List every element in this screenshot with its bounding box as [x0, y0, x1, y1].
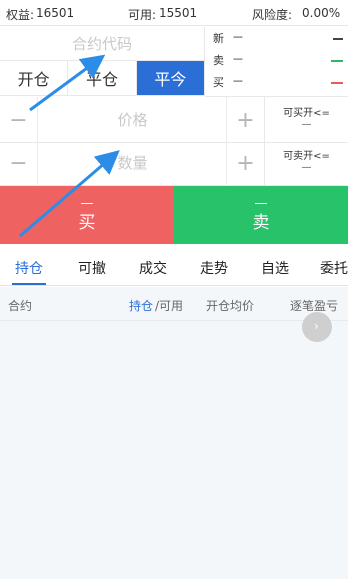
risk-value: 0.00%: [302, 6, 341, 20]
account-bar: 权益: 16501 可用: 15501 风险度: 0.00%: [0, 0, 348, 26]
bid-row: 买 ---: [205, 74, 348, 91]
risk-label: 风险度:: [252, 8, 293, 22]
col-available: /可用: [155, 299, 184, 313]
tab-cancelable[interactable]: 可撤: [78, 258, 106, 278]
buy-open-label: 可买开<=: [283, 108, 330, 119]
bid-label: 买: [213, 76, 224, 89]
equity-value: 16501: [36, 6, 75, 20]
col-avg-open-price: 开仓均价: [206, 299, 255, 313]
bid-value: ---: [233, 74, 243, 87]
price-plus-button[interactable]: +: [226, 97, 264, 143]
buy-label: 买: [78, 213, 96, 233]
mode-close-today-button[interactable]: 平今: [136, 61, 204, 95]
buy-button[interactable]: — 买: [0, 186, 174, 244]
contract-code-box: [0, 27, 205, 61]
bottom-tab-bar: 持仓 可撤 成交 走势 自选 委托: [0, 250, 348, 286]
order-mode-tabs: 开仓 平仓 平今: [0, 61, 205, 96]
col-position[interactable]: 持仓: [129, 297, 153, 314]
bid-marker: [331, 82, 343, 84]
buy-open-value: —: [301, 119, 312, 130]
mode-open-button[interactable]: 开仓: [0, 61, 69, 95]
sell-open-label: 可卖开<=: [283, 151, 330, 162]
tab-orders[interactable]: 委托: [320, 258, 348, 278]
buy-open-availability: 可买开<= —: [265, 97, 348, 143]
available-value: 15501: [159, 6, 198, 20]
quantity-input[interactable]: [38, 140, 227, 186]
price-minus-button[interactable]: −: [0, 97, 38, 143]
last-price-value: ---: [233, 30, 243, 43]
ask-label: 卖: [213, 54, 224, 67]
equity-label: 权益:: [6, 8, 35, 22]
positions-table-header: 合约 持仓 /可用 开仓均价 逐笔盈亏: [0, 287, 348, 321]
buy-price: —: [80, 196, 94, 211]
active-tab-indicator: [12, 283, 46, 285]
quantity-plus-button[interactable]: +: [226, 140, 264, 186]
last-price-marker: [333, 38, 343, 40]
quote-panel: 新 --- 卖 --- 买 ---: [205, 27, 348, 97]
last-price-row: 新 ---: [205, 30, 348, 47]
price-stepper: − +: [0, 97, 265, 143]
ask-marker: [331, 60, 343, 62]
quantity-minus-button[interactable]: −: [0, 140, 38, 186]
sell-price: —: [254, 196, 268, 211]
sell-open-availability: 可卖开<= —: [265, 140, 348, 186]
ask-value: ---: [233, 52, 243, 65]
mode-close-button[interactable]: 平仓: [68, 61, 137, 95]
contract-code-input[interactable]: [0, 27, 204, 60]
chevron-right-icon: ›: [314, 319, 319, 333]
tab-trades[interactable]: 成交: [139, 258, 167, 278]
tab-trend[interactable]: 走势: [200, 258, 228, 278]
col-contract: 合约: [8, 299, 33, 313]
price-input[interactable]: [38, 97, 227, 143]
tab-positions[interactable]: 持仓: [15, 258, 43, 278]
positions-list: [0, 321, 348, 579]
last-price-label: 新: [213, 32, 224, 45]
ask-row: 卖 ---: [205, 52, 348, 69]
sell-label: 卖: [252, 213, 270, 233]
tab-watchlist[interactable]: 自选: [261, 258, 289, 278]
sell-button[interactable]: — 卖: [174, 186, 348, 244]
quantity-stepper: − +: [0, 140, 265, 186]
scroll-right-button[interactable]: ›: [302, 312, 332, 342]
available-label: 可用:: [128, 8, 157, 22]
sell-open-value: —: [301, 162, 312, 173]
